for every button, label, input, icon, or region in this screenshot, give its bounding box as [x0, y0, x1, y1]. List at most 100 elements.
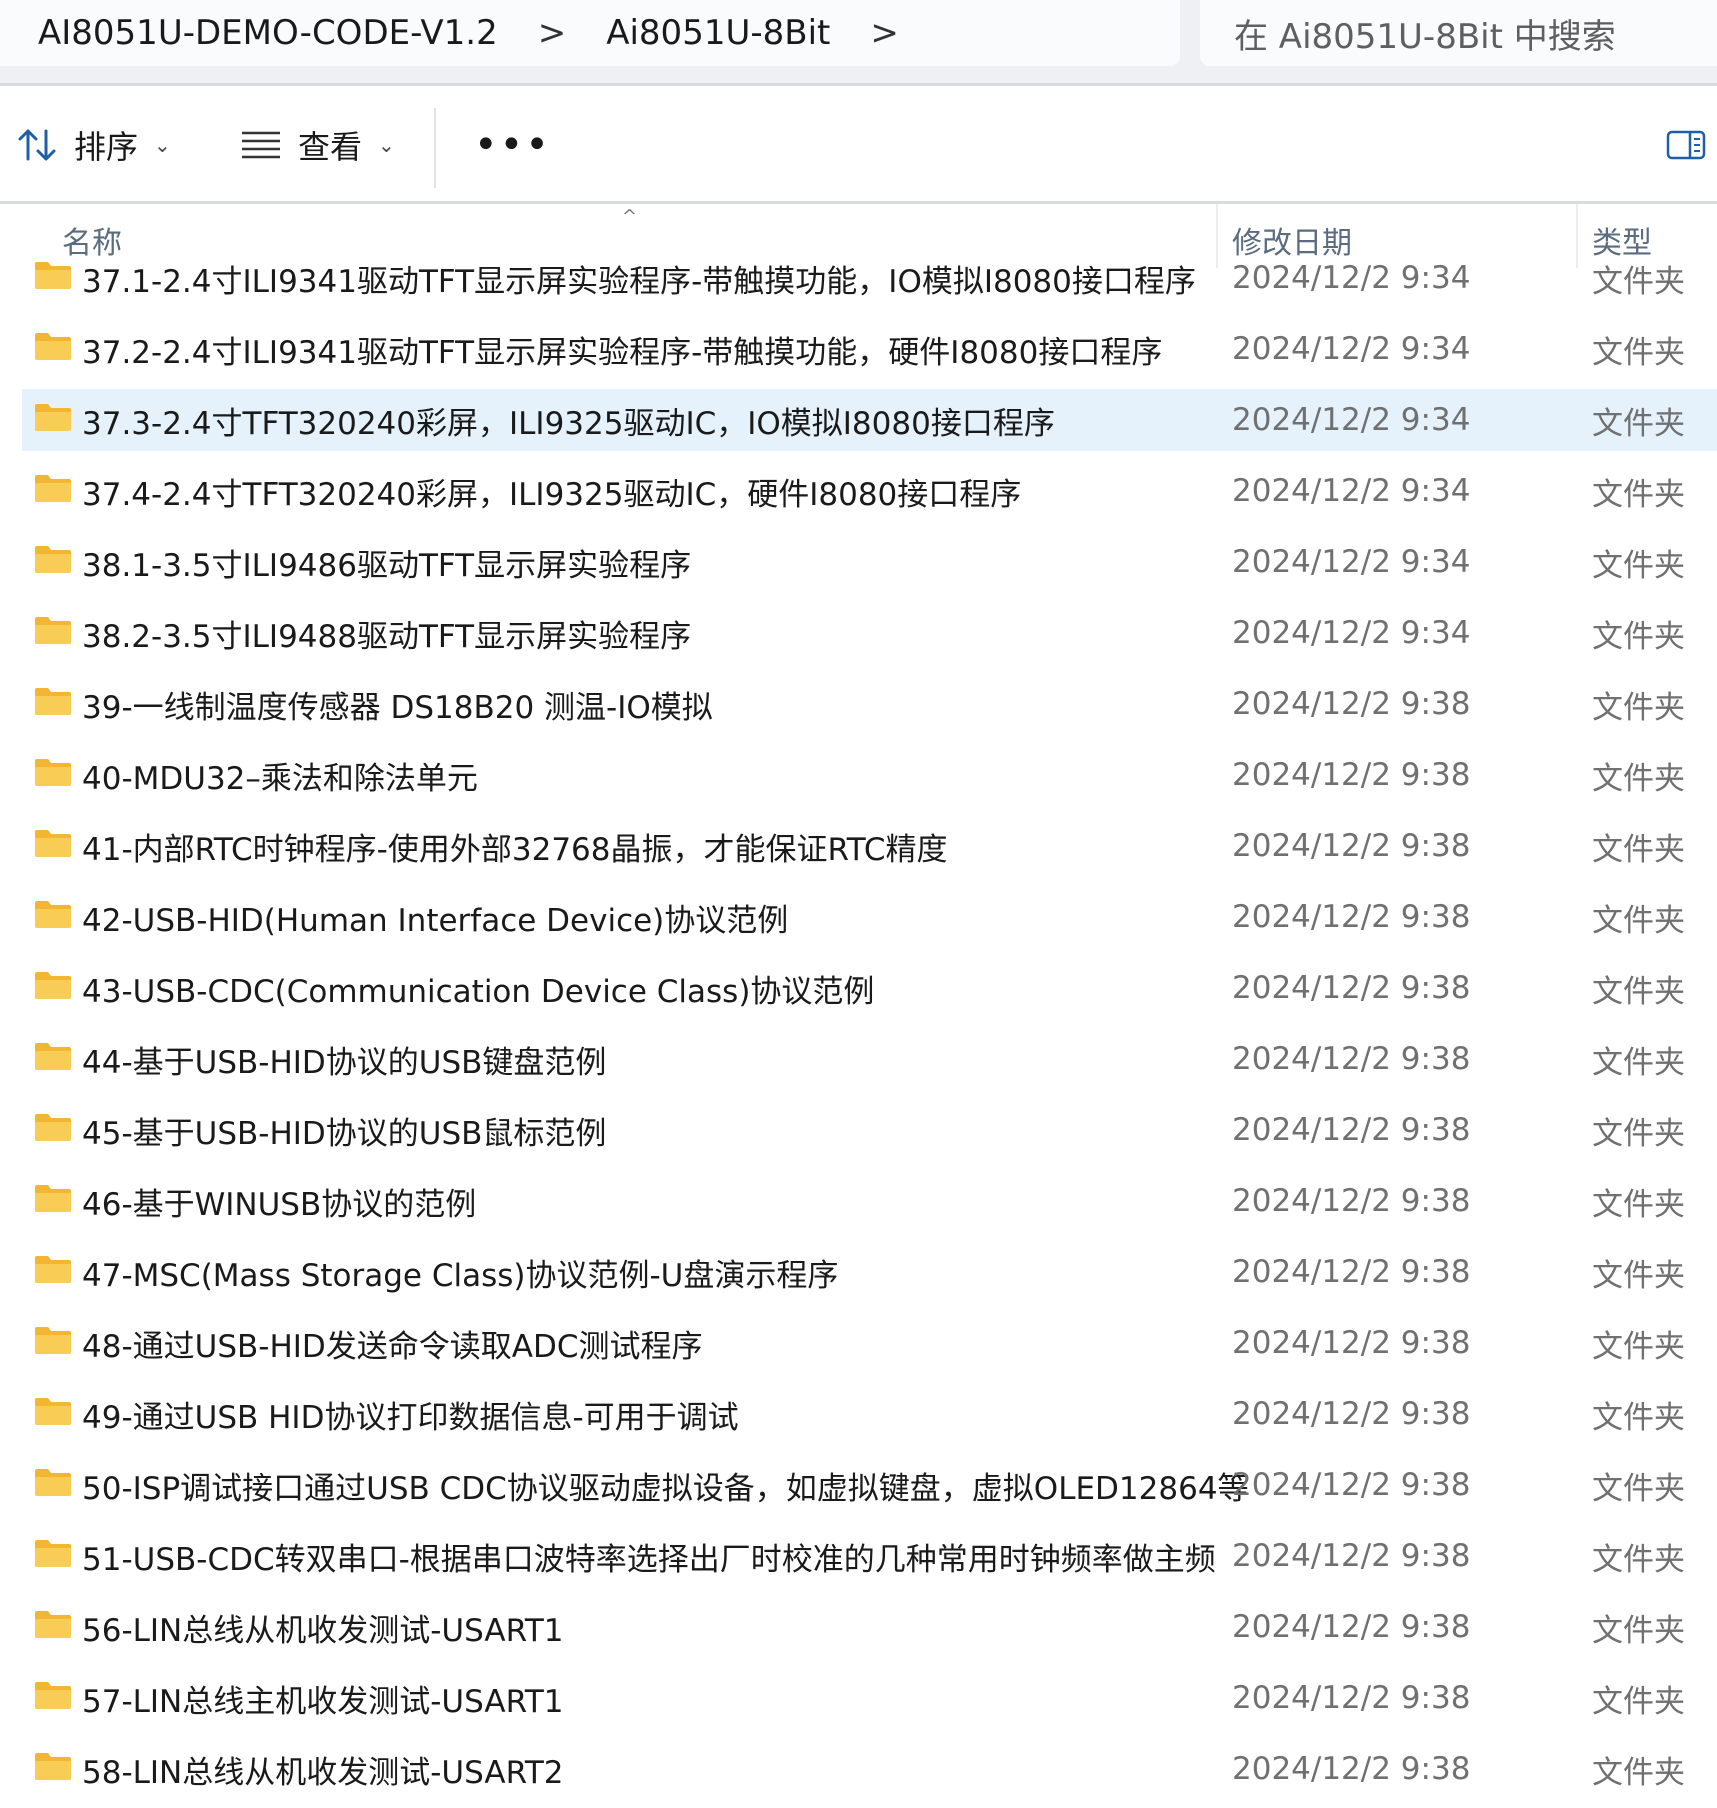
list-item[interactable]: 56-LIN总线从机收发测试-USART1 2024/12/2 9:38 文件夹 — [22, 1596, 1717, 1658]
list-item[interactable]: 37.1-2.4寸ILI9341驱动TFT显示屏实验程序-带触摸功能，IO模拟I… — [22, 247, 1717, 309]
file-name: 58-LIN总线从机收发测试-USART2 — [82, 1754, 564, 1791]
more-options-button[interactable]: ••• — [474, 86, 551, 204]
breadcrumb-item-current[interactable]: Ai8051U-8Bit — [606, 13, 830, 53]
folder-icon — [35, 262, 71, 289]
modified-date: 2024/12/2 9:38 — [1232, 1467, 1471, 1503]
chevron-down-icon: ⌄ — [378, 133, 395, 157]
file-name: 50-ISP调试接口通过USB CDC协议驱动虚拟设备，如虚拟键盘，虚拟OLED… — [82, 1470, 1249, 1507]
modified-date: 2024/12/2 9:34 — [1232, 260, 1471, 296]
list-item[interactable]: 38.2-3.5寸ILI9488驱动TFT显示屏实验程序 2024/12/2 9:… — [22, 602, 1717, 664]
list-item[interactable]: 42-USB-HID(Human Interface Device)协议范例 20… — [22, 886, 1717, 948]
file-name: 46-基于WINUSB协议的范例 — [82, 1186, 477, 1223]
modified-date: 2024/12/2 9:38 — [1232, 1112, 1471, 1148]
modified-date: 2024/12/2 9:34 — [1232, 615, 1471, 651]
folder-icon — [35, 333, 71, 360]
list-item[interactable]: 48-通过USB-HID发送命令读取ADC测试程序 2024/12/2 9:38 文… — [22, 1312, 1717, 1374]
modified-date: 2024/12/2 9:38 — [1232, 1396, 1471, 1432]
list-item[interactable]: 37.4-2.4寸TFT320240彩屏，ILI9325驱动IC，硬件I8080… — [22, 460, 1717, 522]
modified-date: 2024/12/2 9:38 — [1232, 1254, 1471, 1290]
folder-icon — [35, 1043, 71, 1070]
file-type: 文件夹 — [1592, 1044, 1685, 1081]
folder-icon — [35, 1114, 71, 1141]
file-type: 文件夹 — [1592, 1186, 1685, 1223]
file-type: 文件夹 — [1592, 405, 1685, 442]
list-item[interactable]: 50-ISP调试接口通过USB CDC协议驱动虚拟设备，如虚拟键盘，虚拟OLED… — [22, 1454, 1717, 1516]
list-item[interactable]: 41-内部RTC时钟程序-使用外部32768晶振，才能保证RTC精度 2024/1… — [22, 815, 1717, 877]
list-item[interactable]: 47-MSC(Mass Storage Class)协议范例-U盘演示程序 202… — [22, 1241, 1717, 1303]
file-type: 文件夹 — [1592, 1612, 1685, 1649]
details-pane-icon[interactable] — [1666, 130, 1706, 160]
search-placeholder: 在 Ai8051U-8Bit 中搜索 — [1234, 16, 1616, 57]
folder-icon — [35, 688, 71, 715]
file-name: 51-USB-CDC转双串口-根据串口波特率选择出厂时校准的几种常用时钟频率做主… — [82, 1541, 1216, 1578]
file-type: 文件夹 — [1592, 1115, 1685, 1152]
file-name: 44-基于USB-HID协议的USB键盘范例 — [82, 1044, 607, 1081]
file-name: 41-内部RTC时钟程序-使用外部32768晶振，才能保证RTC精度 — [82, 831, 948, 868]
modified-date: 2024/12/2 9:38 — [1232, 1325, 1471, 1361]
file-type: 文件夹 — [1592, 1470, 1685, 1507]
breadcrumb-item-root[interactable]: AI8051U-DEMO-CODE-V1.2 — [38, 13, 498, 53]
file-name: 39-一线制温度传感器 DS18B20 测温-IO模拟 — [82, 689, 713, 726]
view-list-icon — [242, 131, 280, 159]
file-name: 40-MDU32–乘法和除法单元 — [82, 760, 478, 797]
folder-icon — [35, 1682, 71, 1709]
folder-icon — [35, 1327, 71, 1354]
file-name: 37.2-2.4寸ILI9341驱动TFT显示屏实验程序-带触摸功能，硬件I80… — [82, 334, 1163, 371]
modified-date: 2024/12/2 9:34 — [1232, 402, 1471, 438]
file-name: 49-通过USB HID协议打印数据信息-可用于调试 — [82, 1399, 739, 1436]
view-button[interactable]: 查看 ⌄ — [240, 86, 395, 204]
command-bar: 排序 ⌄ 查看 ⌄ ••• — [0, 86, 1717, 204]
list-item[interactable]: 38.1-3.5寸ILI9486驱动TFT显示屏实验程序 2024/12/2 9:… — [22, 531, 1717, 593]
list-item[interactable]: 43-USB-CDC(Communication Device Class)协议… — [22, 957, 1717, 1019]
list-item[interactable]: 45-基于USB-HID协议的USB鼠标范例 2024/12/2 9:38 文件夹 — [22, 1099, 1717, 1161]
breadcrumb[interactable]: AI8051U-DEMO-CODE-V1.2 > Ai8051U-8Bit > — [0, 0, 1180, 66]
view-label: 查看 — [298, 128, 363, 166]
folder-icon — [35, 1256, 71, 1283]
folder-icon — [35, 830, 71, 857]
file-type: 文件夹 — [1592, 973, 1685, 1010]
file-type: 文件夹 — [1592, 902, 1685, 939]
list-item[interactable]: 37.3-2.4寸TFT320240彩屏，ILI9325驱动IC，IO模拟I80… — [22, 389, 1717, 451]
modified-date: 2024/12/2 9:38 — [1232, 1041, 1471, 1077]
modified-date: 2024/12/2 9:34 — [1232, 544, 1471, 580]
chevron-right-icon[interactable]: > — [870, 13, 899, 53]
list-item[interactable]: 46-基于WINUSB协议的范例 2024/12/2 9:38 文件夹 — [22, 1170, 1717, 1232]
modified-date: 2024/12/2 9:38 — [1232, 1538, 1471, 1574]
sort-ascending-icon: ^ — [622, 206, 638, 227]
file-name: 57-LIN总线主机收发测试-USART1 — [82, 1683, 564, 1720]
modified-date: 2024/12/2 9:34 — [1232, 473, 1471, 509]
file-type: 文件夹 — [1592, 547, 1685, 584]
search-input[interactable]: 在 Ai8051U-8Bit 中搜索 — [1200, 0, 1717, 66]
toolbar-divider — [434, 108, 436, 188]
modified-date: 2024/12/2 9:38 — [1232, 1183, 1471, 1219]
folder-icon — [35, 1398, 71, 1425]
folder-icon — [35, 1611, 71, 1638]
file-name: 56-LIN总线从机收发测试-USART1 — [82, 1612, 564, 1649]
file-name: 37.4-2.4寸TFT320240彩屏，ILI9325驱动IC，硬件I8080… — [82, 476, 1022, 513]
list-item[interactable]: 58-LIN总线从机收发测试-USART2 2024/12/2 9:38 文件夹 — [22, 1738, 1717, 1800]
file-type: 文件夹 — [1592, 689, 1685, 726]
folder-icon — [35, 475, 71, 502]
file-type: 文件夹 — [1592, 1754, 1685, 1791]
file-type: 文件夹 — [1592, 263, 1685, 300]
list-item[interactable]: 40-MDU32–乘法和除法单元 2024/12/2 9:38 文件夹 — [22, 744, 1717, 806]
list-item[interactable]: 44-基于USB-HID协议的USB键盘范例 2024/12/2 9:38 文件夹 — [22, 1028, 1717, 1090]
modified-date: 2024/12/2 9:38 — [1232, 1680, 1471, 1716]
modified-date: 2024/12/2 9:38 — [1232, 899, 1471, 935]
list-item[interactable]: 39-一线制温度传感器 DS18B20 测温-IO模拟 2024/12/2 9:3… — [22, 673, 1717, 735]
chevron-right-icon[interactable]: > — [538, 13, 567, 53]
sort-button[interactable]: 排序 ⌄ — [18, 86, 171, 204]
file-name: 48-通过USB-HID发送命令读取ADC测试程序 — [82, 1328, 703, 1365]
file-name: 38.2-3.5寸ILI9488驱动TFT显示屏实验程序 — [82, 618, 692, 655]
file-type: 文件夹 — [1592, 476, 1685, 513]
modified-date: 2024/12/2 9:38 — [1232, 757, 1471, 793]
list-item[interactable]: 51-USB-CDC转双串口-根据串口波特率选择出厂时校准的几种常用时钟频率做主… — [22, 1525, 1717, 1587]
list-item[interactable]: 37.2-2.4寸ILI9341驱动TFT显示屏实验程序-带触摸功能，硬件I80… — [22, 318, 1717, 380]
folder-icon — [35, 1540, 71, 1567]
list-item[interactable]: 49-通过USB HID协议打印数据信息-可用于调试 2024/12/2 9:38… — [22, 1383, 1717, 1445]
list-item[interactable]: 57-LIN总线主机收发测试-USART1 2024/12/2 9:38 文件夹 — [22, 1667, 1717, 1729]
file-type: 文件夹 — [1592, 760, 1685, 797]
file-name: 37.1-2.4寸ILI9341驱动TFT显示屏实验程序-带触摸功能，IO模拟I… — [82, 263, 1196, 300]
file-type: 文件夹 — [1592, 1328, 1685, 1365]
file-type: 文件夹 — [1592, 1399, 1685, 1436]
